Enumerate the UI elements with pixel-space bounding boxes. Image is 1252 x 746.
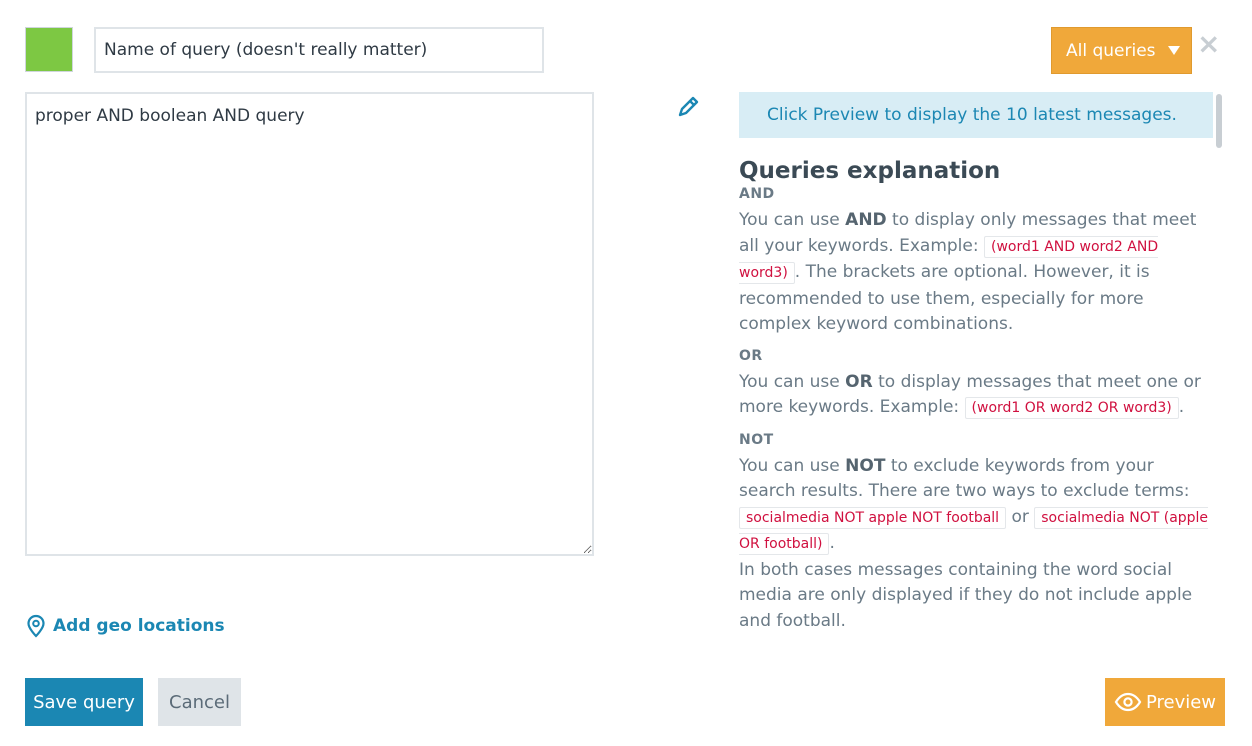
or-paragraph: You can use OR to display messages that … bbox=[739, 370, 1213, 422]
or-heading: OR bbox=[739, 347, 763, 364]
not-text-post: . bbox=[829, 533, 835, 553]
close-icon[interactable]: × bbox=[1197, 30, 1220, 58]
query-name-input[interactable] bbox=[94, 27, 544, 73]
queries-explanation-title: Queries explanation bbox=[739, 158, 1001, 184]
not-text-or: or bbox=[1006, 506, 1035, 527]
and-text-post: . The brackets are optional. However, it… bbox=[739, 262, 1150, 334]
or-text-pre: You can use bbox=[739, 371, 846, 392]
not-paragraph: You can use NOT to exclude keywords from… bbox=[739, 454, 1213, 558]
color-swatch[interactable] bbox=[25, 27, 73, 72]
map-pin-icon bbox=[27, 614, 45, 638]
not-text-pre: You can use bbox=[739, 455, 846, 476]
not-heading: NOT bbox=[739, 431, 774, 448]
or-text-post: . bbox=[1178, 397, 1185, 417]
preview-info-text: Click Preview to display the 10 latest m… bbox=[767, 105, 1177, 125]
preview-button[interactable]: Preview bbox=[1105, 678, 1225, 726]
add-geo-locations-link[interactable]: Add geo locations bbox=[25, 614, 225, 638]
or-keyword: OR bbox=[845, 371, 873, 392]
preview-info-box: Click Preview to display the 10 latest m… bbox=[739, 92, 1213, 138]
save-query-button[interactable]: Save query bbox=[25, 678, 143, 726]
not-paragraph-2: In both cases messages containing the wo… bbox=[739, 559, 1193, 631]
caret-down-icon bbox=[1167, 46, 1180, 55]
not-keyword: NOT bbox=[845, 455, 886, 476]
and-keyword: AND bbox=[845, 210, 887, 230]
panel-scrollbar[interactable] bbox=[1216, 94, 1222, 148]
and-heading: AND bbox=[739, 186, 775, 202]
query-textarea[interactable]: proper AND boolean AND query bbox=[25, 92, 594, 556]
explanation-panel[interactable]: Click Preview to display the 10 latest m… bbox=[739, 92, 1213, 652]
eye-icon bbox=[1114, 692, 1142, 712]
all-queries-dropdown[interactable]: All queries bbox=[1051, 27, 1192, 74]
preview-label: Preview bbox=[1145, 691, 1217, 713]
pencil-icon[interactable] bbox=[674, 93, 702, 121]
and-text-pre: You can use bbox=[739, 210, 846, 230]
and-paragraph: You can use AND to display only messages… bbox=[739, 208, 1213, 338]
not-example-code-1: socialmedia NOT apple NOT football bbox=[739, 506, 1007, 529]
all-queries-label: All queries bbox=[1066, 40, 1156, 61]
cancel-button[interactable]: Cancel bbox=[158, 678, 241, 726]
or-example-code: (word1 OR word2 OR word3) bbox=[964, 397, 1179, 419]
add-geo-locations-label: Add geo locations bbox=[53, 616, 225, 636]
